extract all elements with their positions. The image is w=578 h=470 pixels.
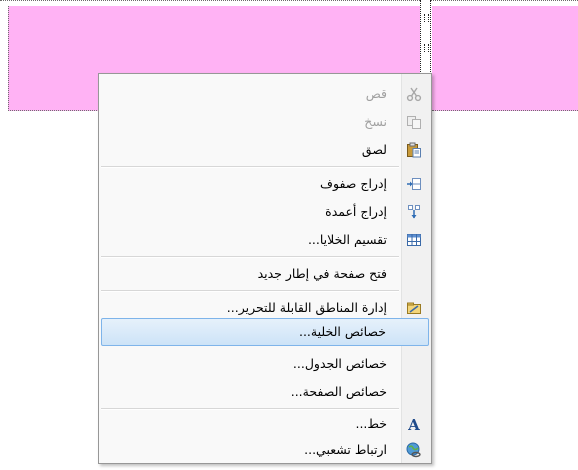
editor-canvas: قص نسخ لصق إدراج صفوف إدراج أعمدة تقسيم … [0,0,578,470]
menu-item-page-properties[interactable]: خصائص الصفحة... [101,378,429,406]
menu-separator [101,256,399,258]
menu-item-insert-columns[interactable]: إدراج أعمدة [101,198,429,226]
menu-separator [101,166,399,168]
copy-icon [405,113,423,131]
svg-text:A: A [407,416,420,432]
paste-icon [405,141,423,159]
menu-item-split-cells[interactable]: تقسيم الخلايا... [101,226,429,254]
menu-item-label: إدراج أعمدة [325,204,387,219]
menu-item-font[interactable]: A خط... [101,410,429,438]
menu-separator [101,290,399,292]
menu-item-label: إدارة المناطق القابلة للتحرير... [226,300,387,315]
menu-item-label: خصائص الصفحة... [290,384,387,399]
menu-item-label: ارتباط تشعبي... [304,442,387,457]
scissors-icon [405,85,423,103]
insert-columns-icon [405,203,423,221]
menu-item-label: خصائص الجدول... [292,356,387,371]
menu-item-copy[interactable]: نسخ [101,108,429,136]
menu-item-label: فتح صفحة في إطار جديد [257,266,387,281]
menu-item-open-in-new-frame[interactable]: فتح صفحة في إطار جديد [101,260,429,288]
menu-item-label: قص [365,86,387,101]
insert-rows-icon [405,175,423,193]
menu-item-label: نسخ [364,114,387,129]
menu-item-table-properties[interactable]: خصائص الجدول... [101,350,429,378]
table-cell-right[interactable] [432,6,578,111]
resize-grip [424,14,429,22]
split-cells-icon [405,231,423,249]
menu-item-label: خط... [355,416,387,431]
menu-item-hyperlink[interactable]: ارتباط تشعبي... [101,436,429,464]
menu-item-cut[interactable]: قص [101,80,429,108]
font-icon: A [405,415,423,433]
menu-item-label: خصائص الخلية... [298,324,386,339]
menu-item-cell-properties[interactable]: خصائص الخلية... [101,318,429,346]
menu-item-label: لصق [361,142,387,157]
context-menu: قص نسخ لصق إدراج صفوف إدراج أعمدة تقسيم … [98,73,432,464]
menu-item-paste[interactable]: لصق [101,136,429,164]
menu-item-insert-rows[interactable]: إدراج صفوف [101,170,429,198]
resize-grip [424,44,429,52]
editable-regions-icon [405,299,423,317]
menu-item-label: إدراج صفوف [320,176,387,191]
hyperlink-icon [405,441,423,459]
menu-item-label: تقسيم الخلايا... [307,232,387,247]
page-top-guide [0,0,578,1]
